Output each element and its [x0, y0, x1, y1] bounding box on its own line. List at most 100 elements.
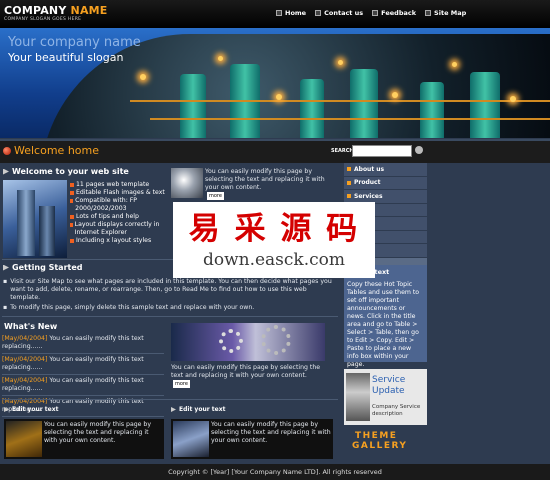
bullet-icon: [347, 167, 351, 172]
building-shape: [39, 206, 55, 256]
list-item: Layout displays correctly in Internet Ex…: [70, 221, 166, 237]
more-link[interactable]: more: [207, 192, 224, 200]
bullet-icon: [347, 180, 351, 185]
factory-rail: [130, 100, 550, 102]
nav-label: Feedback: [381, 9, 417, 17]
nav-label: Home: [285, 9, 307, 17]
banner-slogan: Your beautiful slogan: [8, 51, 124, 64]
divider: [2, 316, 338, 317]
welcome-heading: Welcome to your web site: [3, 167, 129, 176]
factory-light: [276, 94, 282, 100]
search-label: SEARCH: [331, 148, 354, 154]
factory-tank: [300, 79, 324, 138]
news-list: [May/04/2004] You can easily modify this…: [2, 333, 164, 417]
gears-image: [171, 323, 325, 361]
factory-light: [510, 96, 516, 102]
watermark-url: down.easck.com: [202, 250, 346, 270]
tools-thumbnail: [173, 421, 209, 457]
watermark-title: 易 采 源 码: [188, 211, 360, 247]
factory-rail: [150, 118, 550, 120]
arrow-icon: [171, 407, 176, 412]
nav-bullet-icon: [276, 10, 282, 16]
arrow-icon: [3, 168, 9, 175]
list-item: Including x layout styles: [70, 237, 166, 245]
service-image: [346, 373, 370, 421]
factory-light: [452, 62, 457, 67]
factory-tank: [180, 74, 206, 138]
news-item[interactable]: [May/04/2004] You can easily modify this…: [2, 354, 164, 375]
bullet-icon: ▪: [3, 304, 8, 311]
nav-bullet-icon: [372, 10, 379, 16]
factory-tank: [470, 72, 500, 138]
divider: [2, 399, 338, 400]
edit-box-text: You can easily modify this page by selec…: [44, 421, 152, 444]
welcome-side-text: You can easily modify this page by selec…: [205, 168, 325, 200]
getting-started-heading: Getting Started: [3, 263, 83, 272]
news-item[interactable]: [May/04/2004] You can easily modify this…: [2, 375, 164, 396]
office-building-image: [3, 180, 67, 258]
more-link[interactable]: more: [173, 380, 190, 388]
search-input[interactable]: [352, 145, 412, 157]
getting-started-title: Getting Started: [12, 263, 83, 272]
building-shape: [17, 190, 35, 256]
whats-new-heading: What's New: [4, 322, 58, 331]
logo-company: COMPANY: [4, 4, 67, 17]
factory-tank: [420, 82, 444, 138]
search-go-icon[interactable]: [415, 146, 423, 154]
company-logo[interactable]: COMPANY NAME: [4, 4, 108, 17]
list-item: Editable Flash images & text: [70, 189, 166, 197]
factory-light: [140, 74, 146, 80]
nav-bullet-icon: [425, 10, 432, 16]
banner: Your company name Your beautiful slogan: [0, 28, 550, 138]
nav-contact[interactable]: Contact us: [315, 9, 363, 17]
edit-box-text: You can easily modify this page by selec…: [211, 421, 331, 444]
hot-topic-heading: r text: [369, 268, 390, 276]
getting-started-text: ▪ Visit our Site Map to see what pages ar…: [3, 278, 332, 311]
welcome-heading-text: Welcome to your web site: [12, 167, 129, 176]
whats-new-side-text: You can easily modify this page by selec…: [171, 364, 321, 388]
metal-sphere-image: [171, 168, 203, 198]
welcome-title: Welcome home: [14, 144, 99, 157]
nav-label: Site Map: [434, 9, 467, 17]
hot-topic-box: r text Copy these Hot Topic Tables and u…: [344, 265, 427, 368]
list-item: Compatible with: FP 2000/2002/2003: [70, 197, 166, 213]
edit-heading-2: Edit your text: [171, 406, 225, 413]
news-item[interactable]: [May/04/2004] You can easily modify this…: [2, 333, 164, 354]
service-update-box[interactable]: Service Update Company Service descripti…: [344, 369, 427, 425]
nav-label: Contact us: [324, 9, 364, 17]
arrow-icon: [3, 264, 9, 271]
header-slogan: COMPANY SLOGAN GOES HERE: [4, 17, 82, 22]
service-description: Company Service description: [372, 404, 421, 417]
nav-feedback[interactable]: Feedback: [372, 9, 416, 17]
sidebar-item-about[interactable]: About us: [344, 163, 427, 177]
nav-home[interactable]: Home: [276, 9, 306, 17]
factory-tank: [350, 69, 378, 138]
edit-heading-1: Edit your text: [4, 406, 58, 413]
sidebar-item-product[interactable]: Product: [344, 176, 427, 190]
service-title: Service Update: [372, 375, 406, 396]
top-nav: Home Contact us Feedback Site Map: [276, 9, 466, 17]
factory-thumbnail: [6, 421, 42, 457]
logo-name: NAME: [70, 4, 108, 17]
bullet-icon: ▪: [3, 278, 8, 285]
footer-copyright: Copyright © [Year] [Your Company Name LT…: [0, 464, 550, 480]
factory-light: [338, 60, 343, 65]
nav-bullet-icon: [315, 10, 322, 16]
gear-shape: [261, 325, 291, 355]
theme-gallery-logo[interactable]: THEME GALLERY: [352, 431, 407, 451]
factory-light: [392, 92, 398, 98]
banner-company-name: Your company name: [8, 35, 141, 50]
factory-light: [218, 56, 223, 61]
list-item: Lots of tips and help: [70, 213, 166, 221]
edit-box-1: You can easily modify this page by selec…: [4, 419, 164, 459]
gear-shape: [219, 329, 243, 353]
hot-topic-text: Copy these Hot Topic Tables and use them…: [347, 281, 420, 368]
feature-list: 11 pages web template Editable Flash ima…: [70, 181, 166, 245]
red-dot-icon: [3, 147, 11, 155]
arrow-icon: [4, 407, 9, 412]
bullet-icon: [347, 194, 351, 199]
nav-sitemap[interactable]: Site Map: [425, 9, 466, 17]
welcome-bar: Welcome home SEARCH: [0, 139, 550, 163]
list-item: 11 pages web template: [70, 181, 166, 189]
edit-box-2: You can easily modify this page by selec…: [171, 419, 333, 459]
